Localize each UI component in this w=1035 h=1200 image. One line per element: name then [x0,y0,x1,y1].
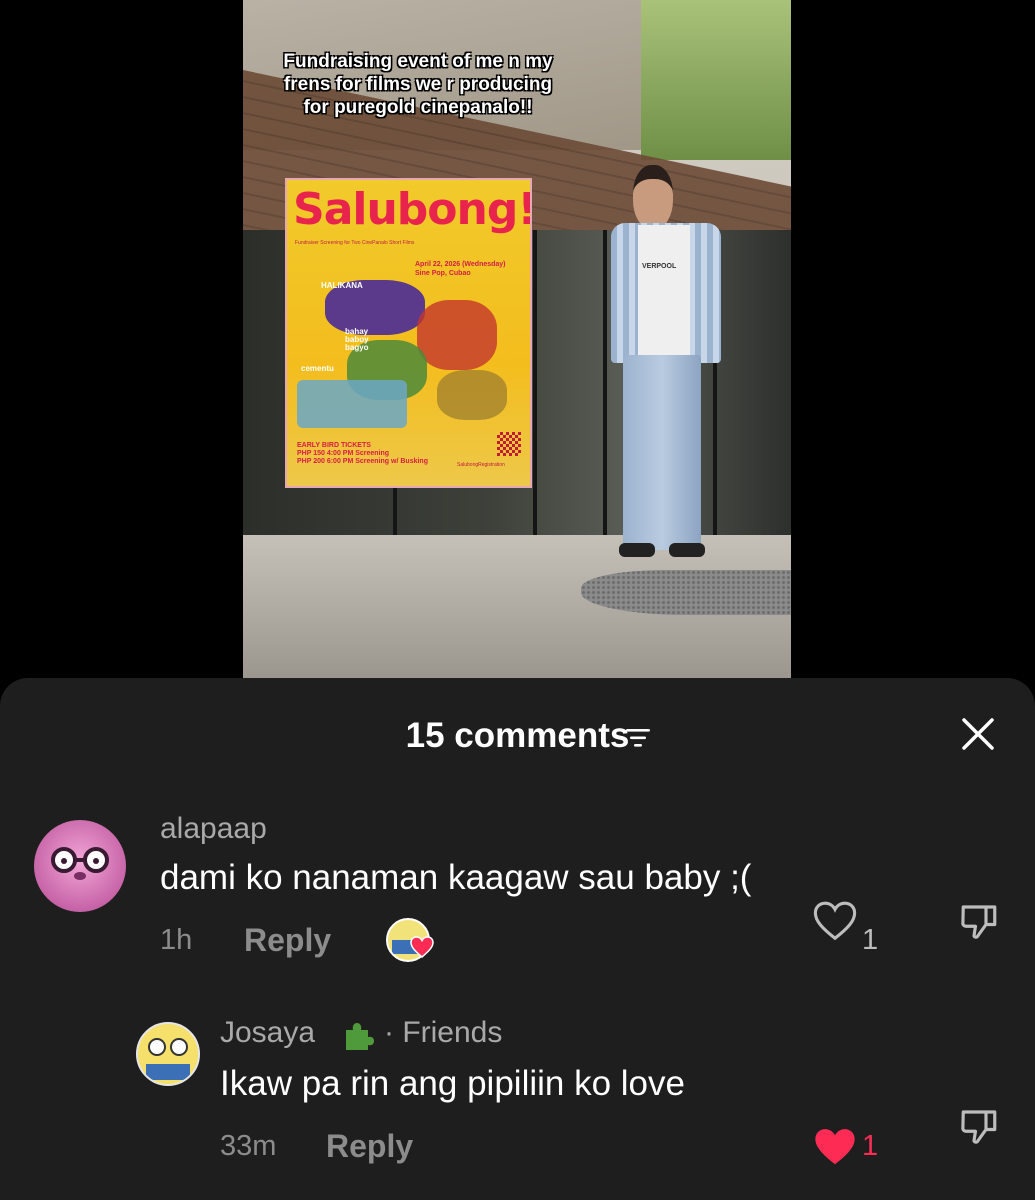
like-count: 1 [862,924,879,956]
comment-username[interactable]: alapaap [160,812,267,846]
comments-count: 15 comments [405,716,630,755]
avatar-josaya[interactable] [136,1022,200,1086]
sky-foliage [641,0,791,160]
close-icon[interactable] [958,714,998,754]
poster-date: April 22, 2026 (Wednesday) Sine Pop, Cub… [415,260,506,278]
comments-title: 15 comments [0,716,1035,756]
friends-badge: · Friends [384,1016,503,1049]
poster-art-blue [297,380,407,428]
filter-icon[interactable] [626,728,650,748]
reply-like-count: 1 [862,1130,879,1162]
comments-sheet: 15 comments alapaap dami ko nanaman kaag… [0,678,1035,1200]
poster-qr-code [497,432,521,456]
poster-film3: cementu [301,364,334,373]
reply-username[interactable]: Josaya [220,1016,315,1050]
reply-time: 33m [220,1130,277,1162]
poster-venue-line: Sine Pop, Cubao [415,270,471,277]
comment-text: dami ko nanaman kaagaw sau baby ;( [160,858,752,897]
video-caption: Fundraising event of me n my frens for f… [283,51,553,118]
right-shoe [669,543,705,557]
shirt-print: VERPOOL [642,263,677,270]
poster-subtitle: Fundraiser Screening for Two CinePanalo … [295,240,415,246]
poster-art-red [417,300,497,370]
video-player[interactable]: VERPOOL Fundraising event of me n my fre… [243,0,791,678]
reply-text: Ikaw pa rin ang pipiliin ko love [220,1064,685,1103]
person-head [633,165,673,229]
poster-date-line: April 22, 2026 (Wednesday) [415,261,506,268]
comment-time: 1h [160,924,193,956]
reply-dislike-icon[interactable] [958,1105,1000,1147]
reply-reply-button[interactable]: Reply [326,1128,413,1165]
dislike-icon[interactable] [958,900,1000,942]
left-shoe [619,543,655,557]
event-poster: Salubong! Fundraiser Screening for Two C… [285,178,532,488]
heart-outline-icon[interactable] [813,901,857,941]
puzzle-piece-icon [346,1023,374,1050]
reply-username-text[interactable]: Josaya [220,1016,315,1049]
person-tshirt: VERPOOL [638,225,690,355]
avatar-alapaap[interactable] [34,820,126,912]
poster-ticket-1: PHP 150 4:00 PM Screening [297,450,390,457]
gravel-patch [581,570,791,615]
poster-registration: SalubongRegistration [457,462,505,468]
poster-tickets: EARLY BIRD TICKETS PHP 150 4:00 PM Scree… [297,442,428,466]
creator-heart-icon [410,936,434,958]
heart-filled-icon[interactable] [813,1127,857,1167]
reply-button[interactable]: Reply [244,922,331,959]
poster-tickets-title: EARLY BIRD TICKETS [297,442,371,449]
person: VERPOOL [603,165,723,565]
poster-title: Salubong! [293,184,532,235]
person-jeans [623,355,701,550]
glasses-icon [51,847,109,880]
poster-film1: HALIKANA [321,281,363,290]
poster-art-brown [437,370,507,420]
poster-ticket-2: PHP 200 6:00 PM Screening w/ Busking [297,458,428,465]
poster-film2: bahay baboy bagyo [345,327,369,352]
